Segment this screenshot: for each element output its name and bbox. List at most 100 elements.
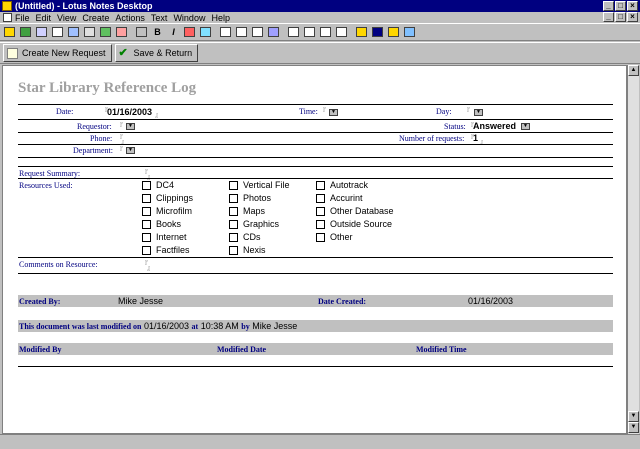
date-field[interactable]: 01/16/2003 bbox=[107, 107, 152, 117]
checkbox-outside-source[interactable]: Outside Source bbox=[316, 219, 392, 229]
checkbox-dc4[interactable]: DC4 bbox=[142, 180, 174, 190]
status-field[interactable]: Answered bbox=[473, 121, 516, 131]
day-dropdown[interactable]: ▼ bbox=[474, 109, 483, 116]
mail-icon[interactable] bbox=[50, 25, 65, 39]
attach-icon[interactable] bbox=[66, 25, 81, 39]
checkbox-factfiles[interactable]: Factfiles bbox=[142, 245, 190, 255]
requestor-dropdown[interactable]: ▼ bbox=[126, 123, 135, 130]
time-dropdown[interactable]: ▼ bbox=[329, 109, 338, 116]
checkbox-vertical-file[interactable]: Vertical File bbox=[229, 180, 290, 190]
scroll-end-icon[interactable]: ▼ bbox=[628, 422, 639, 433]
checkbox-box[interactable] bbox=[229, 193, 238, 203]
notes-app-icon[interactable] bbox=[2, 1, 12, 11]
checkbox-box[interactable] bbox=[142, 232, 151, 242]
checkbox-box[interactable] bbox=[229, 206, 238, 216]
bullets-icon[interactable] bbox=[302, 25, 317, 39]
paragraph-icon[interactable] bbox=[334, 25, 349, 39]
close-button[interactable]: × bbox=[627, 1, 638, 11]
checkbox-autotrack[interactable]: Autotrack bbox=[316, 180, 368, 190]
doc-close-button[interactable]: × bbox=[627, 12, 638, 22]
checkbox-label: DC4 bbox=[156, 180, 175, 190]
menu-window[interactable]: Window bbox=[173, 13, 205, 23]
menu-help[interactable]: Help bbox=[211, 13, 230, 23]
checkbox-box[interactable] bbox=[229, 232, 238, 242]
paperclip-icon[interactable] bbox=[134, 25, 149, 39]
properties-icon[interactable] bbox=[402, 25, 417, 39]
checkbox-other-database[interactable]: Other Database bbox=[316, 206, 394, 216]
doc-restore-button[interactable]: □ bbox=[615, 12, 626, 22]
highlight-icon[interactable] bbox=[198, 25, 213, 39]
create-new-request-button[interactable]: Create New Request bbox=[3, 44, 112, 62]
pen-icon[interactable] bbox=[182, 25, 197, 39]
bold-icon[interactable]: B bbox=[150, 25, 165, 39]
checkbox-box[interactable] bbox=[142, 180, 151, 190]
scroll-up-icon[interactable]: ▲ bbox=[628, 65, 639, 76]
document-icon[interactable] bbox=[3, 13, 12, 22]
checkbox-box[interactable] bbox=[229, 219, 238, 229]
checkbox-box[interactable] bbox=[316, 206, 325, 216]
checkbox-nexis[interactable]: Nexis bbox=[229, 245, 266, 255]
indent-icon[interactable] bbox=[266, 25, 281, 39]
col-modified-by: Modified By bbox=[19, 345, 62, 354]
new-icon[interactable] bbox=[18, 25, 33, 39]
menu-edit[interactable]: Edit bbox=[36, 13, 52, 23]
col-modified-date: Modified Date bbox=[217, 345, 267, 354]
folder-icon[interactable] bbox=[98, 25, 113, 39]
checkbox-box[interactable] bbox=[142, 193, 151, 203]
align-center-icon[interactable] bbox=[234, 25, 249, 39]
checkbox-clippings[interactable]: Clippings bbox=[142, 193, 193, 203]
checkbox-box[interactable] bbox=[142, 219, 151, 229]
scroll-down-icon[interactable]: ▼ bbox=[628, 411, 639, 422]
modified-at: at bbox=[191, 322, 199, 331]
checkbox-box[interactable] bbox=[142, 206, 151, 216]
checkbox-box[interactable] bbox=[316, 180, 325, 190]
save-return-button[interactable]: ✔ Save & Return bbox=[114, 44, 199, 62]
minimize-button[interactable]: _ bbox=[603, 1, 614, 11]
view-icon[interactable] bbox=[114, 25, 129, 39]
checkbox-label: Graphics bbox=[243, 219, 280, 229]
doc-minimize-button[interactable]: _ bbox=[603, 12, 614, 22]
status-dropdown[interactable]: ▼ bbox=[521, 123, 530, 130]
checkbox-accurint[interactable]: Accurint bbox=[316, 193, 363, 203]
checkbox-other[interactable]: Other bbox=[316, 232, 353, 242]
graphic-icon[interactable] bbox=[386, 25, 401, 39]
checkbox-maps[interactable]: Maps bbox=[229, 206, 265, 216]
num-requests-field[interactable]: 1 bbox=[473, 133, 478, 143]
checkbox-box[interactable] bbox=[316, 232, 325, 242]
created-by-value: Mike Jesse bbox=[118, 296, 164, 306]
checkbox-graphics[interactable]: Graphics bbox=[229, 219, 279, 229]
maximize-button[interactable]: □ bbox=[615, 1, 626, 11]
checkbox-box[interactable] bbox=[316, 193, 325, 203]
action-bar: Create New Request ✔ Save & Return bbox=[0, 42, 640, 64]
checkbox-box[interactable] bbox=[316, 219, 325, 229]
search-icon[interactable] bbox=[82, 25, 97, 39]
date-created-label: Date Created: bbox=[318, 297, 367, 306]
menu-file[interactable]: File bbox=[15, 13, 30, 23]
checkbox-cds[interactable]: CDs bbox=[229, 232, 261, 242]
checkbox-photos[interactable]: Photos bbox=[229, 193, 271, 203]
spell-icon[interactable] bbox=[354, 25, 369, 39]
checkbox-box[interactable] bbox=[229, 180, 238, 190]
divider bbox=[18, 104, 613, 105]
numbers-icon[interactable] bbox=[318, 25, 333, 39]
create-new-request-label: Create New Request bbox=[22, 48, 106, 58]
checkbox-box[interactable] bbox=[229, 245, 238, 255]
menu-actions[interactable]: Actions bbox=[115, 13, 145, 23]
table-icon[interactable] bbox=[370, 25, 385, 39]
vertical-scrollbar[interactable]: ▲ ▼ ▼ bbox=[627, 65, 639, 434]
open-icon[interactable] bbox=[2, 25, 17, 39]
align-right-icon[interactable] bbox=[250, 25, 265, 39]
requestor-label: Requestor: bbox=[77, 122, 112, 131]
checkbox-internet[interactable]: Internet bbox=[142, 232, 187, 242]
menu-text[interactable]: Text bbox=[151, 13, 168, 23]
department-dropdown[interactable]: ▼ bbox=[126, 147, 135, 154]
edit-icon[interactable] bbox=[34, 25, 49, 39]
checkbox-microfilm[interactable]: Microfilm bbox=[142, 206, 192, 216]
checkbox-books[interactable]: Books bbox=[142, 219, 181, 229]
menu-view[interactable]: View bbox=[57, 13, 76, 23]
menu-create[interactable]: Create bbox=[82, 13, 109, 23]
italic-icon[interactable]: I bbox=[166, 25, 181, 39]
outdent-icon[interactable] bbox=[286, 25, 301, 39]
align-left-icon[interactable] bbox=[218, 25, 233, 39]
checkbox-box[interactable] bbox=[142, 245, 151, 255]
